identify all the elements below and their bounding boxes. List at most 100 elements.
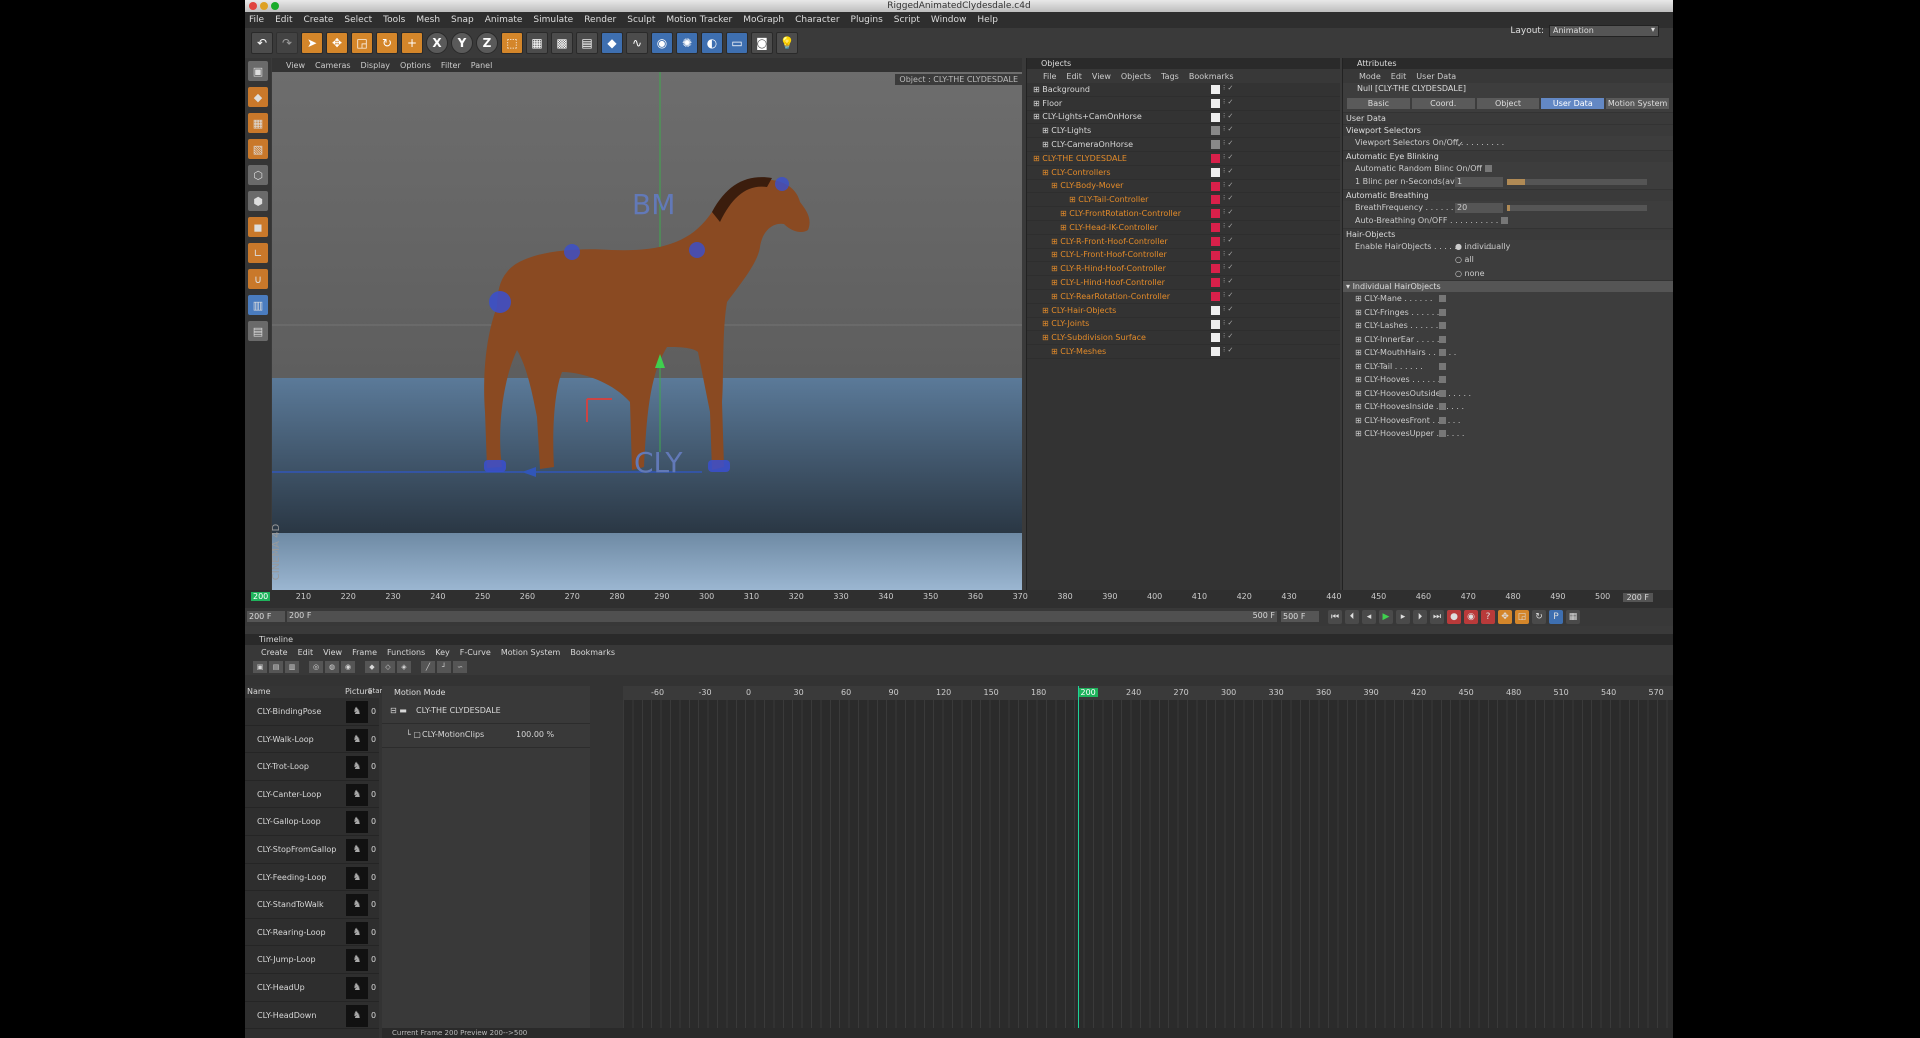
tl-render-icon[interactable]: ▣ xyxy=(253,661,267,673)
tl-key-mod-icon[interactable]: ◈ xyxy=(397,661,411,673)
timeline-menu-motion-system[interactable]: Motion System xyxy=(501,648,561,657)
clip-row[interactable]: CLY-Gallop-Loop ♞ 0 xyxy=(245,808,379,836)
timeline-menu-functions[interactable]: Functions xyxy=(387,648,425,657)
clip-row[interactable]: CLY-HeadDown ♞ 0 xyxy=(245,1002,379,1030)
camera-icon[interactable]: ◙ xyxy=(751,32,773,54)
object-color-swatch[interactable] xyxy=(1211,195,1220,205)
object-color-swatch[interactable] xyxy=(1211,98,1220,108)
end-frame-field[interactable]: 500 F xyxy=(1281,611,1319,622)
z-axis-icon[interactable]: Z xyxy=(476,32,498,54)
menu-create[interactable]: Create xyxy=(304,15,334,25)
zoom-icon[interactable] xyxy=(271,2,279,10)
object-row[interactable]: ⊞ CLY-Body-Mover ⁝ ✓ xyxy=(1027,180,1340,194)
clip-row[interactable]: CLY-Rearing-Loop ♞ 0 xyxy=(245,919,379,947)
menu-file[interactable]: File xyxy=(249,15,264,25)
object-row[interactable]: ⊞ CLY-Meshes ⁝ ✓ xyxy=(1027,345,1340,359)
menu-snap[interactable]: Snap xyxy=(451,15,474,25)
timeline-ruler[interactable]: 200 F 200 210 220 230 240 250 260 270 280 290 300 3… xyxy=(245,590,1673,608)
move-icon[interactable]: ✥ xyxy=(326,32,348,54)
render-settings-icon[interactable]: ▤ xyxy=(576,32,598,54)
object-row[interactable]: ⊞ Floor ⁝ ✓ xyxy=(1027,97,1340,111)
scale-key-icon[interactable]: ◲ xyxy=(1515,610,1529,624)
object-row[interactable]: ⊞ CLY-FrontRotation-Controller ⁝ ✓ xyxy=(1027,207,1340,221)
menu-plugins[interactable]: Plugins xyxy=(851,15,883,25)
model-mode-icon[interactable]: ◆ xyxy=(248,87,268,107)
magnet-icon[interactable]: ∪ xyxy=(248,269,268,289)
clip-row[interactable]: CLY-StopFromGallop ♞ 0 xyxy=(245,836,379,864)
object-color-swatch[interactable] xyxy=(1211,85,1220,94)
move-key-icon[interactable]: ✥ xyxy=(1498,610,1512,624)
tl-spline-icon[interactable]: ∽ xyxy=(453,661,467,673)
clip-row[interactable]: CLY-Jump-Loop ♞ 0 xyxy=(245,946,379,974)
objects-menu-bookmarks[interactable]: Bookmarks xyxy=(1189,72,1234,81)
light-icon[interactable]: 💡 xyxy=(776,32,798,54)
add-icon[interactable]: + xyxy=(401,32,423,54)
keyframe-selection-icon[interactable]: ? xyxy=(1481,610,1495,624)
menu-script[interactable]: Script xyxy=(894,15,920,25)
timeline-grid-ruler[interactable]: -60 -30 0 30 60 90 120 150 180 200 240 270 300 330 360… xyxy=(623,686,1673,700)
object-row[interactable]: ⊞ CLY-RearRotation-Controller ⁝ ✓ xyxy=(1027,290,1340,304)
layout-dropdown[interactable]: Animation xyxy=(1549,25,1659,37)
close-icon[interactable] xyxy=(249,2,257,10)
clip-row[interactable]: CLY-StandToWalk ♞ 0 xyxy=(245,891,379,919)
range-slider[interactable]: 200 F 500 F xyxy=(287,611,1277,622)
object-row[interactable]: ⊞ CLY-CameraOnHorse ⁝ ✓ xyxy=(1027,138,1340,152)
attributes-menu-edit[interactable]: Edit xyxy=(1391,72,1407,81)
menu-simulate[interactable]: Simulate xyxy=(533,15,573,25)
tl-motion-icon[interactable]: ▥ xyxy=(285,661,299,673)
render-view-icon[interactable]: ▦ xyxy=(526,32,548,54)
coordinate-system-icon[interactable]: ⬚ xyxy=(501,32,523,54)
menu-sculpt[interactable]: Sculpt xyxy=(627,15,655,25)
attributes-menu-user-data[interactable]: User Data xyxy=(1416,72,1456,81)
live-selection-icon[interactable]: ➤ xyxy=(301,32,323,54)
make-editable-icon[interactable]: ▣ xyxy=(248,61,268,81)
menu-mesh[interactable]: Mesh xyxy=(416,15,440,25)
object-color-swatch[interactable] xyxy=(1211,140,1220,150)
object-row[interactable]: ⊞ CLY-Hair-Objects ⁝ ✓ xyxy=(1027,304,1340,318)
mm-row-motionclips[interactable]: └ ▢ CLY-MotionClips 100.00 % xyxy=(382,724,590,748)
object-row[interactable]: ⊞ CLY-Controllers ⁝ ✓ xyxy=(1027,166,1340,180)
clip-row[interactable]: CLY-HeadUp ♞ 0 xyxy=(245,974,379,1002)
menu-select[interactable]: Select xyxy=(344,15,372,25)
visibility-icon[interactable]: ⁝ ✓ xyxy=(1223,153,1233,161)
y-axis-icon[interactable]: Y xyxy=(451,32,473,54)
cube-icon[interactable]: ◆ xyxy=(601,32,623,54)
polygons-mode-icon[interactable]: ◼ xyxy=(248,217,268,237)
visibility-icon[interactable]: ⁝ ✓ xyxy=(1223,84,1233,92)
hair-item-checkbox[interactable] xyxy=(1439,389,1446,397)
hair-item-checkbox[interactable] xyxy=(1439,295,1446,302)
object-row[interactable]: ⊞ CLY-L-Front-Hoof-Controller ⁝ ✓ xyxy=(1027,249,1340,263)
clip-row[interactable]: CLY-Trot-Loop ♞ 0 xyxy=(245,753,379,781)
snap-icon[interactable]: ▥ xyxy=(248,295,268,315)
visibility-icon[interactable]: ⁝ ✓ xyxy=(1223,112,1233,120)
axis-mode-icon[interactable]: ∟ xyxy=(248,243,268,263)
viewport-selectors-checkbox[interactable]: ✓ xyxy=(1457,138,1464,151)
timeline-menu-edit[interactable]: Edit xyxy=(298,648,314,657)
object-row[interactable]: ⊞ CLY-Subdivision Surface ⁝ ✓ xyxy=(1027,331,1340,346)
visibility-icon[interactable]: ⁝ ✓ xyxy=(1223,125,1233,133)
object-row[interactable]: ⊞ Background ⁝ ✓ xyxy=(1027,83,1340,97)
object-color-swatch[interactable] xyxy=(1211,112,1220,122)
visibility-icon[interactable]: ⁝ ✓ xyxy=(1223,277,1233,285)
timeline-playhead[interactable] xyxy=(1078,686,1079,1038)
play-icon[interactable]: ▶ xyxy=(1379,610,1393,624)
objects-menu-edit[interactable]: Edit xyxy=(1066,72,1082,81)
timeline-graph[interactable]: -60 -30 0 30 60 90 120 150 180 200 240 270 300 330 360… xyxy=(623,686,1673,1038)
object-color-swatch[interactable] xyxy=(1211,319,1220,329)
visibility-icon[interactable]: ⁝ ✓ xyxy=(1223,346,1233,354)
object-color-swatch[interactable] xyxy=(1211,305,1220,315)
object-row[interactable]: ⊞ CLY-Lights+CamOnHorse ⁝ ✓ xyxy=(1027,111,1340,125)
menu-help[interactable]: Help xyxy=(977,15,998,25)
object-row[interactable]: ⊞ CLY-R-Front-Hoof-Controller ⁝ ✓ xyxy=(1027,235,1340,249)
tl-frame-icon[interactable]: ◍ xyxy=(325,661,339,673)
points-mode-icon[interactable]: ⬡ xyxy=(248,165,268,185)
menu-mograph[interactable]: MoGraph xyxy=(743,15,784,25)
hair-item-checkbox[interactable] xyxy=(1439,308,1446,316)
rotate-key-icon[interactable]: ↻ xyxy=(1532,610,1546,624)
pla-key-icon[interactable]: ▦ xyxy=(1566,610,1580,624)
hair-option-none[interactable]: ○ none xyxy=(1455,267,1485,280)
timeline-menu-bookmarks[interactable]: Bookmarks xyxy=(570,648,615,657)
visibility-icon[interactable]: ⁝ ✓ xyxy=(1223,98,1233,106)
visibility-icon[interactable]: ⁝ ✓ xyxy=(1223,305,1233,313)
hair-option-individually[interactable]: ● individually xyxy=(1455,240,1510,253)
